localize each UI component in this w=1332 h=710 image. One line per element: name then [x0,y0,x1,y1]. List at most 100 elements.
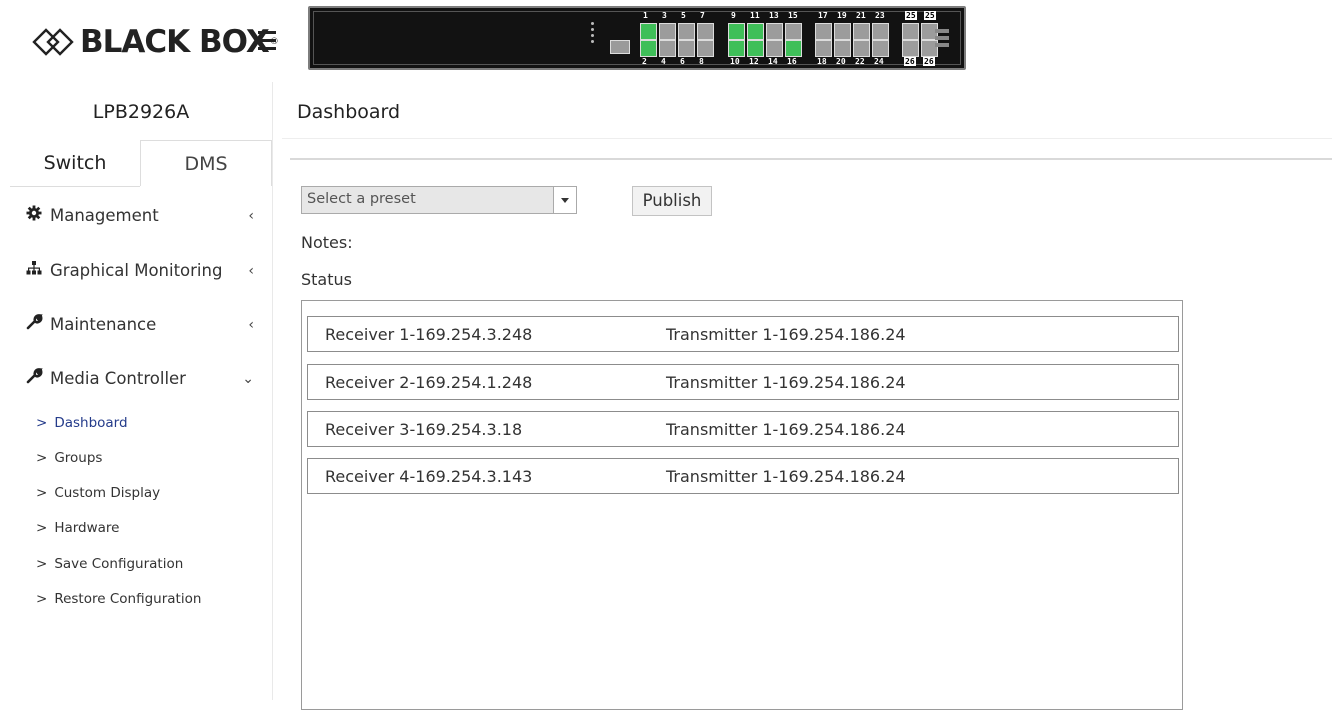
switch-port[interactable] [872,40,889,57]
sidebar-item-label: Media Controller [50,369,186,388]
port-number-label: 22 [855,57,865,66]
switch-port[interactable] [815,23,832,40]
port-number-label: 26 [904,57,916,66]
port-number-label: 11 [750,11,760,20]
port-number-label: 13 [769,11,779,20]
port-number-label: 8 [699,57,704,66]
status-row[interactable]: Receiver 1-169.254.3.248 Transmitter 1-1… [307,316,1179,352]
sidebar-item-maintenance[interactable]: Maintenance ‹ [24,310,264,340]
switch-port[interactable] [640,23,657,40]
chevron-right-icon: > [36,450,48,466]
switch-port[interactable] [766,23,783,40]
sidebar-subitem-custom-display[interactable]: > Custom Display [36,483,160,503]
sidebar-subitem-dashboard[interactable]: > Dashboard [36,413,128,433]
sidebar-subitem-restore-configuration[interactable]: > Restore Configuration [36,589,201,609]
chevron-right-icon: > [36,485,48,501]
logo-text: BLACK BOX [80,24,270,60]
port-number-label: 7 [700,11,705,20]
switch-port[interactable] [785,23,802,40]
switch-port[interactable] [785,40,802,57]
sidebar-item-management[interactable]: Management ‹ [24,201,264,231]
subitem-label: Custom Display [54,485,161,501]
sidebar-item-label: Graphical Monitoring [50,261,223,280]
port-number-label: 18 [817,57,827,66]
receiver-label: Receiver 4-169.254.3.143 [325,467,533,486]
port-number-label: 25 [924,11,936,20]
switch-port[interactable] [834,23,851,40]
publish-button[interactable]: Publish [632,186,712,216]
receiver-label: Receiver 1-169.254.3.248 [325,325,533,344]
port-number-label: 19 [837,11,847,20]
port-number-label: 9 [731,11,736,20]
switch-port[interactable] [902,40,919,57]
switch-port[interactable] [815,40,832,57]
dropdown-arrow-icon[interactable] [553,187,576,213]
chevron-down-icon: ⌄ [242,371,254,387]
switch-port[interactable] [659,23,676,40]
chevron-right-icon: > [36,591,48,607]
port-number-label: 20 [836,57,846,66]
switch-port[interactable] [834,40,851,57]
sidebar-item-label: Management [50,206,159,225]
port-number-label: 6 [680,57,685,66]
switch-port[interactable] [902,23,919,40]
page-title: Dashboard [297,101,401,123]
status-panel [301,300,1183,710]
switch-port[interactable] [853,23,870,40]
status-label: Status [301,270,352,289]
tab-switch[interactable]: Switch [10,140,140,186]
sidebar-item-graphical-monitoring[interactable]: Graphical Monitoring ‹ [24,256,264,286]
chevron-left-icon: ‹ [248,263,254,279]
port-number-label: 24 [874,57,884,66]
tab-dms[interactable]: DMS [140,140,272,186]
chevron-right-icon: > [36,556,48,572]
status-row[interactable]: Receiver 4-169.254.3.143 Transmitter 1-1… [307,458,1179,494]
menu-toggle-icon[interactable] [256,22,282,60]
blackbox-diamond-icon [32,28,74,56]
port-number-label: 14 [768,57,778,66]
subitem-label: Hardware [54,520,120,536]
switch-port[interactable] [678,23,695,40]
port-number-label: 17 [818,11,828,20]
switch-port[interactable] [697,40,714,57]
switch-port[interactable] [697,23,714,40]
port-number-label: 3 [662,11,667,20]
switch-port[interactable] [659,40,676,57]
subitem-label: Dashboard [54,415,128,431]
port-number-label: 5 [681,11,686,20]
chevron-right-icon: > [36,415,48,431]
preset-select[interactable]: Select a preset [301,186,577,214]
management-port[interactable] [610,40,630,54]
switch-port[interactable] [747,40,764,57]
switch-port[interactable] [678,40,695,57]
port-number-label: 10 [730,57,740,66]
switch-port[interactable] [766,40,783,57]
switch-port[interactable] [853,40,870,57]
port-number-label: 21 [856,11,866,20]
switch-port[interactable] [872,23,889,40]
device-name: LPB2926A [92,101,190,123]
port-number-label: 4 [661,57,666,66]
port-number-label: 16 [787,57,797,66]
sidebar-item-media-controller[interactable]: Media Controller ⌄ [24,364,264,394]
status-row[interactable]: Receiver 2-169.254.1.248 Transmitter 1-1… [307,364,1179,400]
port-number-label: 15 [788,11,798,20]
chevron-left-icon: ‹ [248,317,254,333]
status-row[interactable]: Receiver 3-169.254.3.18 Transmitter 1-16… [307,411,1179,447]
switch-port[interactable] [728,23,745,40]
sitemap-icon [24,256,44,286]
transmitter-label: Transmitter 1-169.254.186.24 [666,420,906,439]
switch-port[interactable] [747,23,764,40]
wrench-icon [24,310,44,340]
port-number-label: 2 [642,57,647,66]
switch-port[interactable] [640,40,657,57]
sidebar-subitem-hardware[interactable]: > Hardware [36,518,120,538]
sfp-port-icon[interactable] [935,26,949,54]
port-number-label: 23 [875,11,885,20]
receiver-label: Receiver 2-169.254.1.248 [325,373,533,392]
switch-port[interactable] [728,40,745,57]
sidebar-subitem-save-configuration[interactable]: > Save Configuration [36,554,183,574]
sidebar-item-label: Maintenance [50,315,157,334]
sidebar-subitem-groups[interactable]: > Groups [36,448,102,468]
chevron-left-icon: ‹ [248,208,254,224]
